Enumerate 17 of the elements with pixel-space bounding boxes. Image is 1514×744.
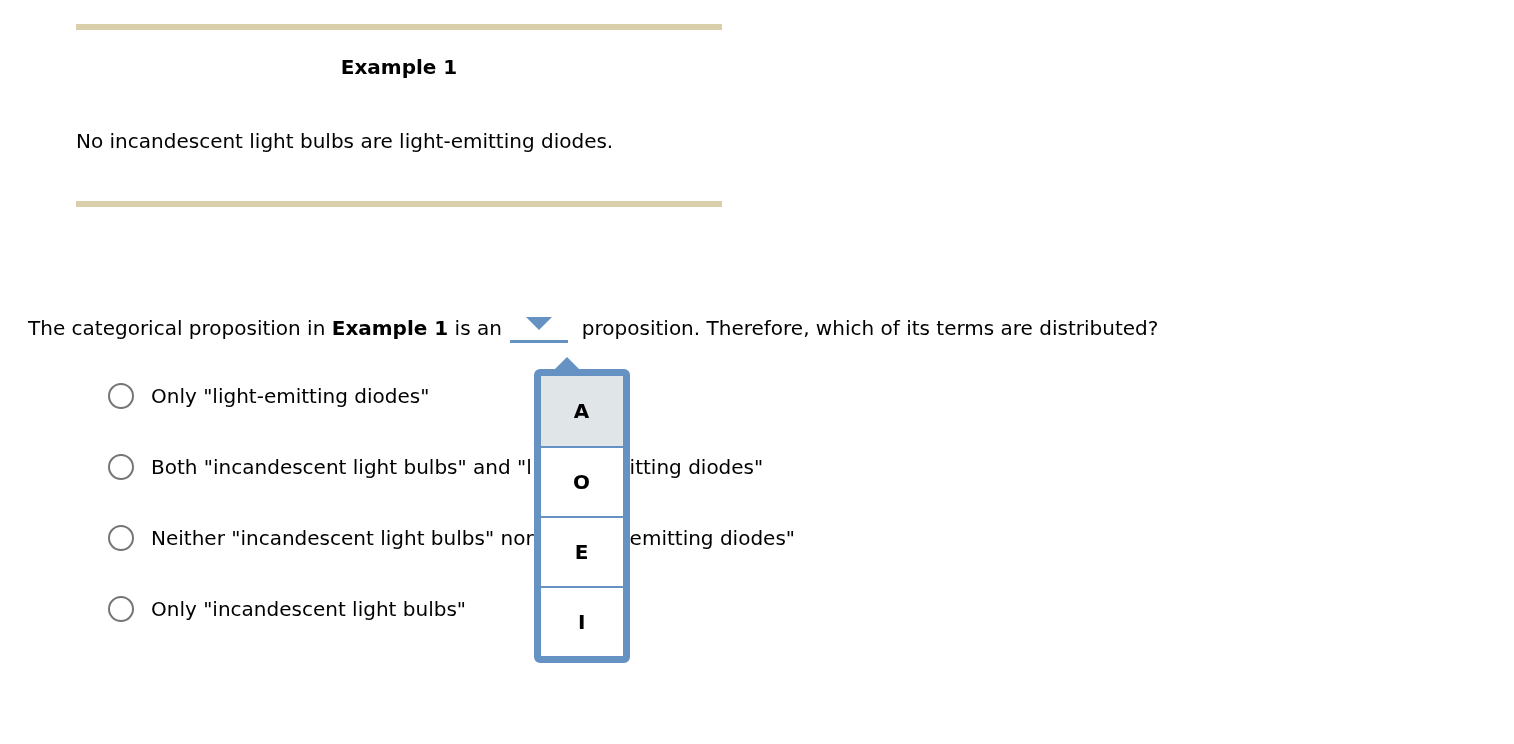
option-label[interactable]: emitting diodes" [629, 526, 796, 550]
question-text: The categorical proposition in Example 1 is an [28, 315, 502, 342]
menu-option[interactable]: A [540, 376, 623, 446]
option-label[interactable]: Only "incandescent light bulbs" [151, 594, 467, 624]
question-text: proposition. Therefore, which of its terms are distributed? [581, 315, 1159, 342]
option-label[interactable]: Only "light-emitting diodes" [151, 381, 430, 411]
option-label[interactable]: Neither "incandescent light bulbs" nor [151, 523, 534, 553]
example-title: Example 1 [339, 54, 459, 81]
radio-button[interactable] [108, 596, 134, 622]
example-statement: No incandescent light bulbs are light-emitting diodes. [76, 128, 615, 155]
radio-button[interactable] [108, 454, 134, 480]
radio-button[interactable] [108, 383, 134, 409]
caret-icon [525, 317, 552, 330]
radio-button[interactable] [108, 525, 134, 551]
option-label[interactable]: Both "incandescent light bulbs" and "l [151, 452, 532, 482]
option-label[interactable]: itting diodes" [629, 455, 764, 479]
answer-dropdown[interactable] [509, 317, 568, 343]
